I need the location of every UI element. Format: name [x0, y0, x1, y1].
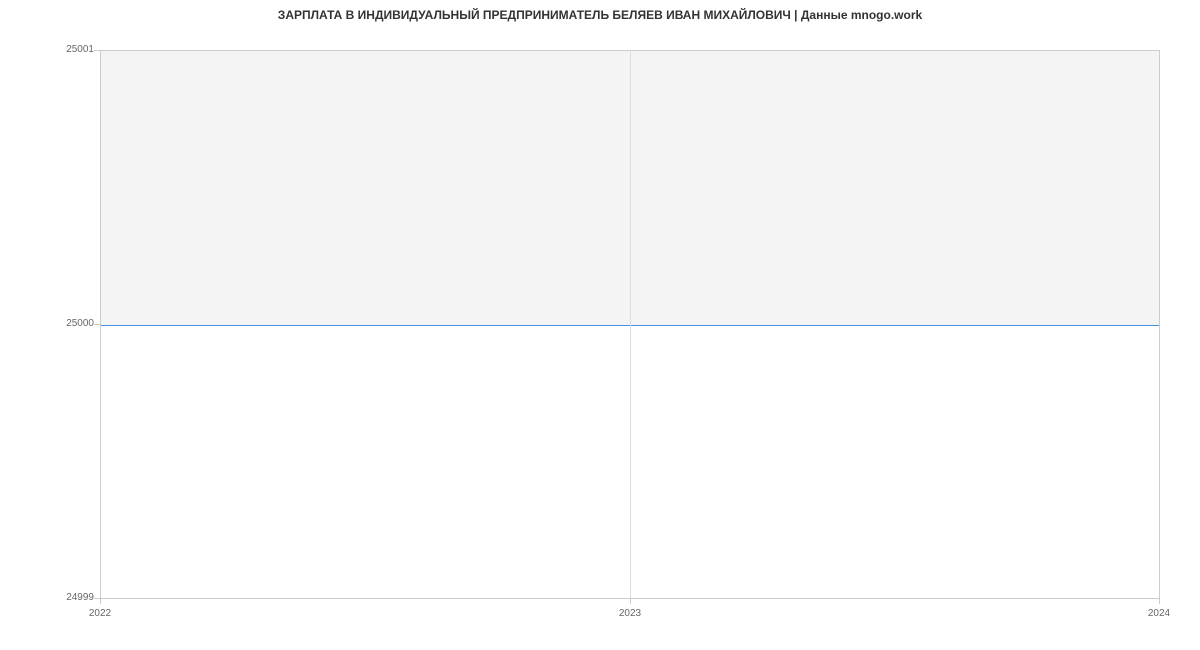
- y-tick-label: 24999: [4, 592, 94, 603]
- salary-chart: ЗАРПЛАТА В ИНДИВИДУАЛЬНЫЙ ПРЕДПРИНИМАТЕЛ…: [0, 0, 1200, 650]
- y-tick-label: 25001: [4, 44, 94, 55]
- y-axis: [100, 50, 101, 598]
- x-tick: [100, 598, 101, 604]
- x-gridline: [630, 50, 631, 598]
- y-tick-label: 25000: [4, 318, 94, 329]
- x-tick: [1159, 598, 1160, 604]
- x-tick: [630, 598, 631, 604]
- x-tick-label: 2024: [1148, 608, 1170, 619]
- chart-title: ЗАРПЛАТА В ИНДИВИДУАЛЬНЫЙ ПРЕДПРИНИМАТЕЛ…: [0, 8, 1200, 22]
- x-tick-label: 2022: [89, 608, 111, 619]
- x-tick-label: 2023: [619, 608, 641, 619]
